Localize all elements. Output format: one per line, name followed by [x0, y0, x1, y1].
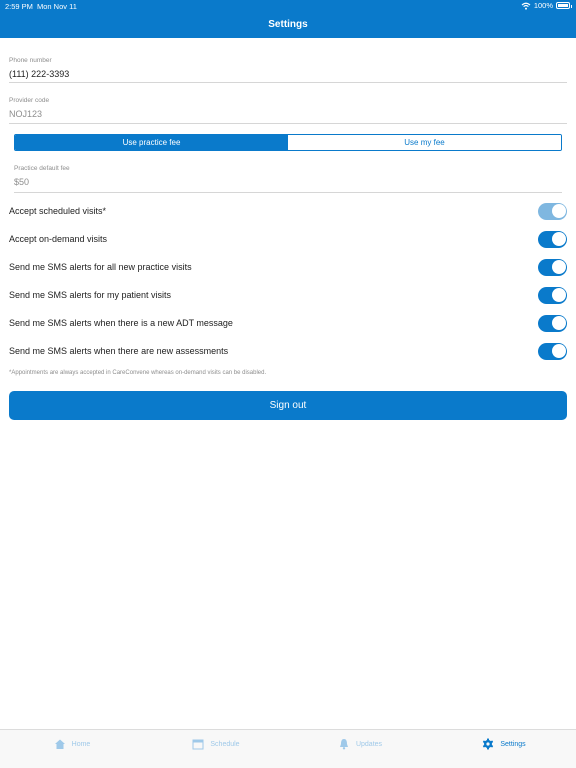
practice-default-fee-field: Practice default fee $50 [14, 165, 562, 193]
status-right: 100% [521, 1, 572, 10]
tab-bar: Home Schedule Updates Settings [0, 729, 576, 768]
setting-row-accept-scheduled: Accept scheduled visits* [9, 202, 567, 220]
status-bar: 2:59 PM Mon Nov 11 100% [0, 0, 576, 12]
home-icon [54, 739, 65, 749]
calendar-icon [192, 739, 204, 750]
setting-label: Send me SMS alerts for all new practice … [9, 262, 192, 272]
page-title: Settings [268, 19, 308, 30]
battery-percent: 100% [533, 1, 553, 10]
sms-patient-visits-toggle[interactable] [538, 286, 567, 304]
practice-fee-label: Practice default fee [14, 165, 70, 172]
provider-code-field[interactable]: Provider code NOJ123 [9, 97, 567, 124]
tab-updates[interactable]: Updates [288, 730, 432, 768]
phone-number-value[interactable]: (111) 222-3393 [9, 69, 567, 79]
battery-icon [556, 2, 572, 9]
setting-label: Send me SMS alerts for my patient visits [9, 290, 172, 300]
setting-row-sms-practice-visits: Send me SMS alerts for all new practice … [9, 258, 567, 276]
setting-label: Send me SMS alerts when there is a new A… [9, 318, 233, 328]
sms-practice-visits-toggle[interactable] [538, 258, 567, 276]
accept-on-demand-toggle[interactable] [538, 230, 567, 248]
setting-row-accept-on-demand: Accept on-demand visits [9, 230, 567, 248]
fee-segmented-control[interactable]: Use practice fee Use my fee [14, 134, 562, 151]
footnote: *Appointments are always accepted in Car… [9, 370, 267, 376]
phone-number-field[interactable]: Phone number (111) 222-3393 [9, 57, 567, 83]
bell-icon [339, 739, 348, 750]
sign-out-button[interactable]: Sign out [9, 391, 567, 420]
tab-home[interactable]: Home [0, 730, 144, 768]
accept-scheduled-toggle [538, 202, 567, 220]
status-date: Mon Nov 11 [37, 2, 77, 11]
use-my-fee-segment[interactable]: Use my fee [288, 135, 561, 150]
sms-assessments-toggle[interactable] [538, 342, 567, 360]
navigation-bar: 2:59 PM Mon Nov 11 100% Settings [0, 0, 576, 38]
practice-fee-value: $50 [14, 177, 30, 187]
setting-label: Accept on-demand visits [9, 234, 108, 244]
setting-row-sms-assessments: Send me SMS alerts when there are new as… [9, 342, 567, 360]
setting-row-sms-adt: Send me SMS alerts when there is a new A… [9, 314, 567, 332]
wifi-icon [521, 2, 531, 10]
setting-label: Send me SMS alerts when there are new as… [9, 346, 229, 356]
tab-settings[interactable]: Settings [432, 730, 576, 768]
setting-label: Accept scheduled visits* [9, 206, 107, 216]
phone-number-label: Phone number [9, 57, 52, 64]
tab-label: Home [71, 740, 91, 748]
gear-icon [483, 738, 494, 750]
tab-label: Settings [500, 740, 526, 748]
use-practice-fee-segment[interactable]: Use practice fee [15, 135, 288, 150]
sms-adt-toggle[interactable] [538, 314, 567, 332]
provider-code-label: Provider code [9, 97, 50, 104]
tab-schedule[interactable]: Schedule [144, 730, 288, 768]
tab-label: Schedule [210, 740, 240, 748]
setting-row-sms-patient-visits: Send me SMS alerts for my patient visits [9, 286, 567, 304]
tab-label: Updates [355, 740, 383, 748]
status-time: 2:59 PM [5, 2, 33, 11]
provider-code-value[interactable]: NOJ123 [9, 109, 567, 119]
